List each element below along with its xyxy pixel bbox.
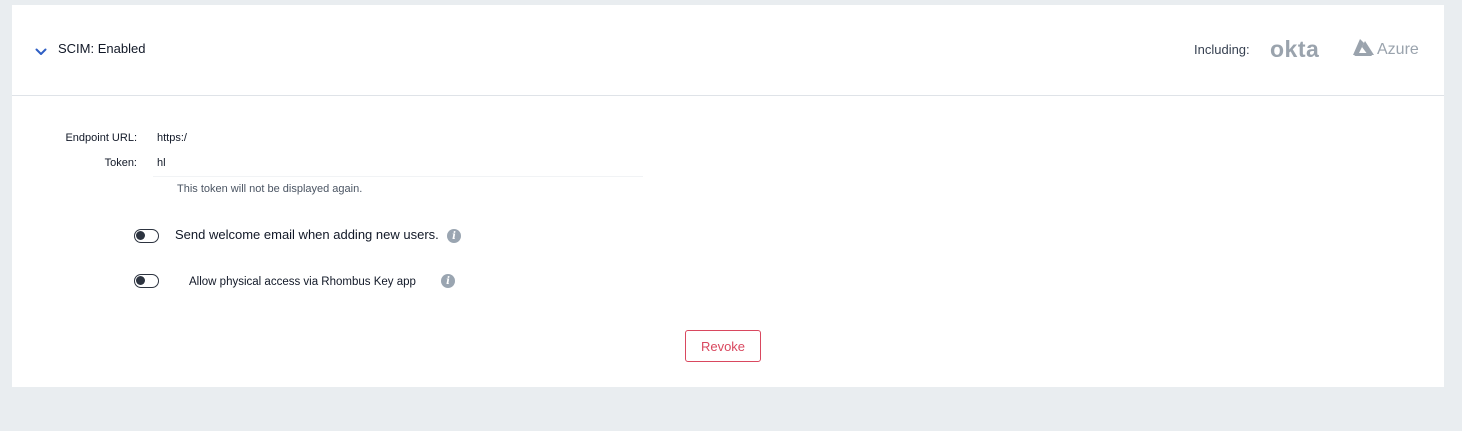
azure-logo-text: Azure (1377, 41, 1419, 58)
physical-access-toggle[interactable] (134, 274, 159, 288)
endpoint-url-value[interactable]: https:/ (157, 131, 637, 145)
revoke-button[interactable]: Revoke (685, 330, 761, 362)
token-label: Token: (104, 157, 137, 169)
scim-status-title: SCIM: Enabled (58, 41, 146, 56)
physical-access-label: Allow physical access via Rhombus Key ap… (189, 276, 416, 288)
token-warning-note: This token will not be displayed again. (177, 183, 363, 195)
azure-logo-icon (1350, 38, 1374, 62)
chevron-down-icon[interactable] (34, 45, 48, 59)
token-value[interactable]: hl (157, 156, 637, 170)
toggle-knob (136, 276, 145, 285)
scim-section-header[interactable]: SCIM: Enabled Including: okta Azure (12, 5, 1444, 96)
azure-logo: Azure (1350, 38, 1419, 62)
welcome-email-label: Send welcome email when adding new users… (175, 227, 439, 242)
welcome-email-toggle[interactable] (134, 229, 159, 243)
endpoint-url-label: Endpoint URL: (65, 132, 137, 144)
okta-logo: okta (1270, 36, 1320, 62)
info-icon[interactable]: i (441, 274, 455, 288)
scim-settings-card: SCIM: Enabled Including: okta Azure Endp… (12, 5, 1444, 387)
toggle-knob (136, 231, 145, 240)
info-icon[interactable]: i (447, 229, 461, 243)
including-label: Including: (1194, 42, 1250, 57)
